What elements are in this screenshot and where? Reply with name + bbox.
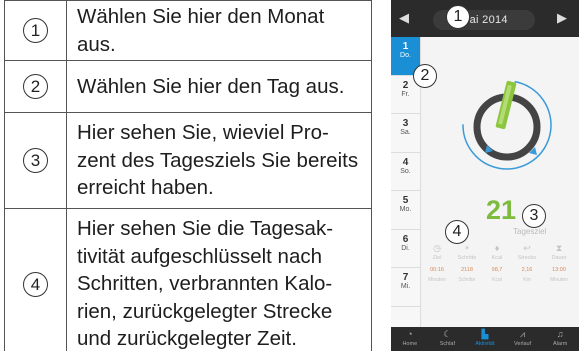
flame-icon: ♦ — [494, 243, 500, 253]
gauge-icon: ◔ — [407, 329, 413, 339]
day-item[interactable]: 7 Mi. — [391, 268, 420, 307]
goal-ring-icon — [462, 80, 552, 170]
step-number-badge: 4 — [23, 271, 48, 297]
callout-marker: 3 — [522, 204, 546, 228]
hourglass-icon: ⧗ — [555, 243, 563, 253]
step-number-badge: 1 — [23, 18, 48, 43]
day-item[interactable]: 5 Mo. — [391, 191, 420, 230]
activity-stat: ◷ Ziel 00:16 Minuten — [422, 243, 452, 283]
instruction-text: Wählen Sie hier den Tag aus. — [66, 60, 372, 113]
nav-home[interactable]: ◔ Home — [391, 327, 429, 351]
instruction-text: Wählen Sie hier den Monat aus. — [66, 0, 372, 61]
clock-icon: ◷ — [433, 243, 441, 253]
activity-stat: ♦ Kcal 98,7 Kcal — [482, 243, 512, 283]
instruction-row: 2 Wählen Sie hier den Tag aus. — [4, 60, 372, 113]
day-item[interactable]: 4 So. — [391, 153, 420, 191]
nav-verlauf[interactable]: ⩘ Verlauf — [504, 327, 542, 351]
instruction-text: Hier sehen Sie, wieviel Pro-zent des Tag… — [66, 112, 372, 209]
goal-percent-value: 21 — [486, 195, 517, 225]
triangle-right-icon[interactable]: ▶ — [557, 10, 567, 26]
moon-icon: ☾ — [443, 329, 452, 339]
day-item[interactable]: 6 Di. — [391, 230, 420, 268]
app-screenshot: ◀ Mai 2014 ▶ 1 Do. 2 Fr. 3 Sa. 4 So. 5 Mo. 6D… — [391, 0, 579, 351]
instruction-table: 1 Wählen Sie hier den Monat aus. 2 Wähle… — [4, 0, 372, 351]
activity-stat: ↩ Strecke 2,16 Km — [512, 243, 542, 283]
activity-stat: ⁍ Schritte 2118 Schritte — [452, 243, 482, 283]
nav-schlaf[interactable]: ☾ Schlaf — [429, 327, 467, 351]
bottom-nav: ◔ Home ☾ Schlaf ▙ Aktivität ⩘ Verlauf ♫ Alarm — [391, 327, 579, 351]
shoe-icon: ▙ — [481, 329, 489, 339]
instruction-row: 1 Wählen Sie hier den Monat aus. — [4, 0, 372, 61]
step-number-badge: 2 — [23, 74, 48, 99]
instruction-text: Hier sehen Sie die Tagesak-tivität aufge… — [66, 208, 372, 351]
callout-marker: 4 — [445, 220, 469, 244]
callout-marker: 2 — [413, 64, 437, 88]
triangle-left-icon[interactable]: ◀ — [399, 10, 409, 26]
day-item[interactable]: 3 Sa. — [391, 114, 420, 153]
month-bar: ◀ Mai 2014 ▶ — [391, 0, 579, 37]
instruction-row: 4 Hier sehen Sie die Tagesak-tivität auf… — [4, 208, 372, 351]
nav-alarm[interactable]: ♫ Alarm — [541, 327, 579, 351]
callout-marker: 1 — [446, 5, 470, 29]
goal-percent-label: Tagesziel — [513, 227, 547, 236]
activity-panel: 21 Tagesziel ◷ Ziel 00:16 Minuten ⁍ Schr… — [422, 37, 579, 327]
instruction-row: 3 Hier sehen Sie, wieviel Pro-zent des T… — [4, 112, 372, 209]
step-number-badge: 3 — [23, 148, 48, 173]
footsteps-icon: ⁍ — [464, 243, 470, 253]
bell-icon: ♫ — [556, 329, 564, 339]
activity-stat: ⧗ Dauer 13:00 Minuten — [544, 243, 574, 283]
chart-icon: ⩘ — [520, 329, 526, 339]
route-icon: ↩ — [523, 243, 531, 253]
nav-aktivitaet[interactable]: ▙ Aktivität — [466, 327, 504, 351]
